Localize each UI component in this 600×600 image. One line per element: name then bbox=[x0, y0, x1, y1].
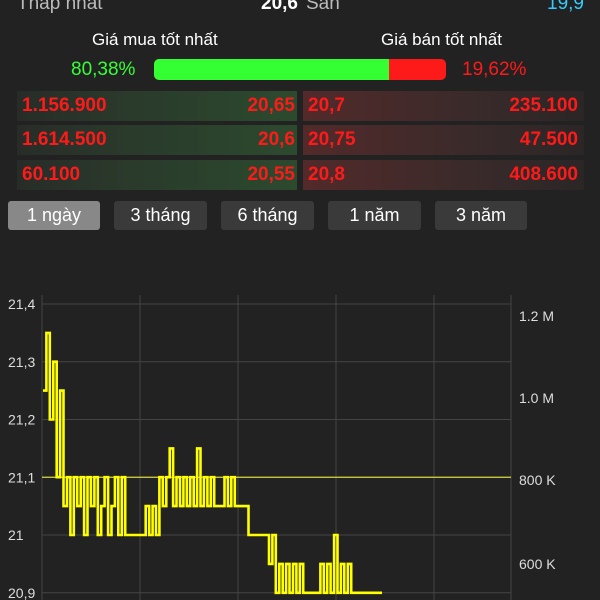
tab-6-months[interactable]: 6 tháng bbox=[221, 201, 314, 230]
floor-value: 19,9 bbox=[547, 0, 584, 14]
y-tick-label: 21,2 bbox=[8, 412, 35, 428]
bid-price: 20,6 bbox=[258, 129, 295, 150]
buy-ratio-fill bbox=[154, 59, 389, 80]
bid-price: 20,65 bbox=[247, 95, 295, 116]
bid-cell: 1.614.500 20,6 bbox=[17, 125, 297, 155]
bid-volume: 60.100 bbox=[22, 164, 81, 185]
tab-1-year[interactable]: 1 năm bbox=[328, 201, 421, 230]
y-tick-label: 21,1 bbox=[8, 469, 35, 485]
y-tick-label: 21,3 bbox=[8, 354, 35, 370]
best-price-header: Giá mua tốt nhất Giá bán tốt nhất bbox=[0, 30, 600, 54]
orderbook-row: 1.614.500 20,6 20,75 47.500 bbox=[0, 125, 600, 155]
best-price-ratio: 80,38% 19,62% bbox=[0, 57, 600, 87]
bid-volume: 1.156.900 bbox=[22, 95, 107, 116]
best-sell-percent: 19,62% bbox=[462, 59, 527, 80]
ask-price: 20,8 bbox=[308, 164, 345, 185]
ask-cell: 20,75 47.500 bbox=[303, 125, 584, 155]
y2-tick-label: 1.0 M bbox=[519, 390, 554, 406]
price-series-line bbox=[43, 331, 382, 595]
orderbook-row: 60.100 20,55 20,8 408.600 bbox=[0, 160, 600, 190]
y2-tick-label: 600 K bbox=[519, 556, 556, 572]
time-range-tabs: 1 ngày 3 tháng 6 tháng 1 năm 3 năm bbox=[0, 201, 600, 231]
intraday-price-chart: 21,4 21,3 21,2 21,1 21 20,9 1.2 M 1.0 M 800 K 600… bbox=[8, 295, 556, 600]
bid-price: 20,55 bbox=[247, 164, 295, 185]
best-buy-label: Giá mua tốt nhất bbox=[92, 30, 218, 49]
y-tick-label: 20,9 bbox=[8, 585, 35, 600]
bid-volume: 1.614.500 bbox=[22, 129, 107, 150]
tab-3-years[interactable]: 3 năm bbox=[435, 201, 527, 230]
y2-tick-label: 1.2 M bbox=[519, 308, 554, 324]
y-tick-label: 21,4 bbox=[8, 296, 35, 312]
best-buy-percent: 80,38% bbox=[71, 59, 136, 80]
ask-volume: 235.100 bbox=[509, 95, 578, 116]
price-summary-row: Thấp nhất 20,6 Sàn 19,9 bbox=[0, 0, 600, 17]
ask-cell: 20,8 408.600 bbox=[303, 160, 584, 190]
low-label: Thấp nhất bbox=[17, 0, 103, 14]
best-sell-label: Giá bán tốt nhất bbox=[381, 30, 502, 49]
ask-price: 20,75 bbox=[308, 129, 356, 150]
tab-1-day[interactable]: 1 ngày bbox=[8, 201, 100, 230]
low-value: 20,6 bbox=[261, 0, 298, 14]
ask-cell: 20,7 235.100 bbox=[303, 91, 584, 121]
buy-sell-ratio-bar bbox=[154, 59, 446, 80]
ask-price: 20,7 bbox=[308, 95, 345, 116]
orderbook-row: 1.156.900 20,65 20,7 235.100 bbox=[0, 91, 600, 121]
ask-volume: 408.600 bbox=[509, 164, 578, 185]
y-tick-label: 21 bbox=[8, 527, 24, 543]
bid-cell: 60.100 20,55 bbox=[17, 160, 297, 190]
floor-label: Sàn bbox=[306, 0, 340, 14]
y2-tick-label: 800 K bbox=[519, 472, 556, 488]
bid-cell: 1.156.900 20,65 bbox=[17, 91, 297, 121]
tab-3-months[interactable]: 3 tháng bbox=[114, 201, 207, 230]
ask-volume: 47.500 bbox=[519, 129, 578, 150]
